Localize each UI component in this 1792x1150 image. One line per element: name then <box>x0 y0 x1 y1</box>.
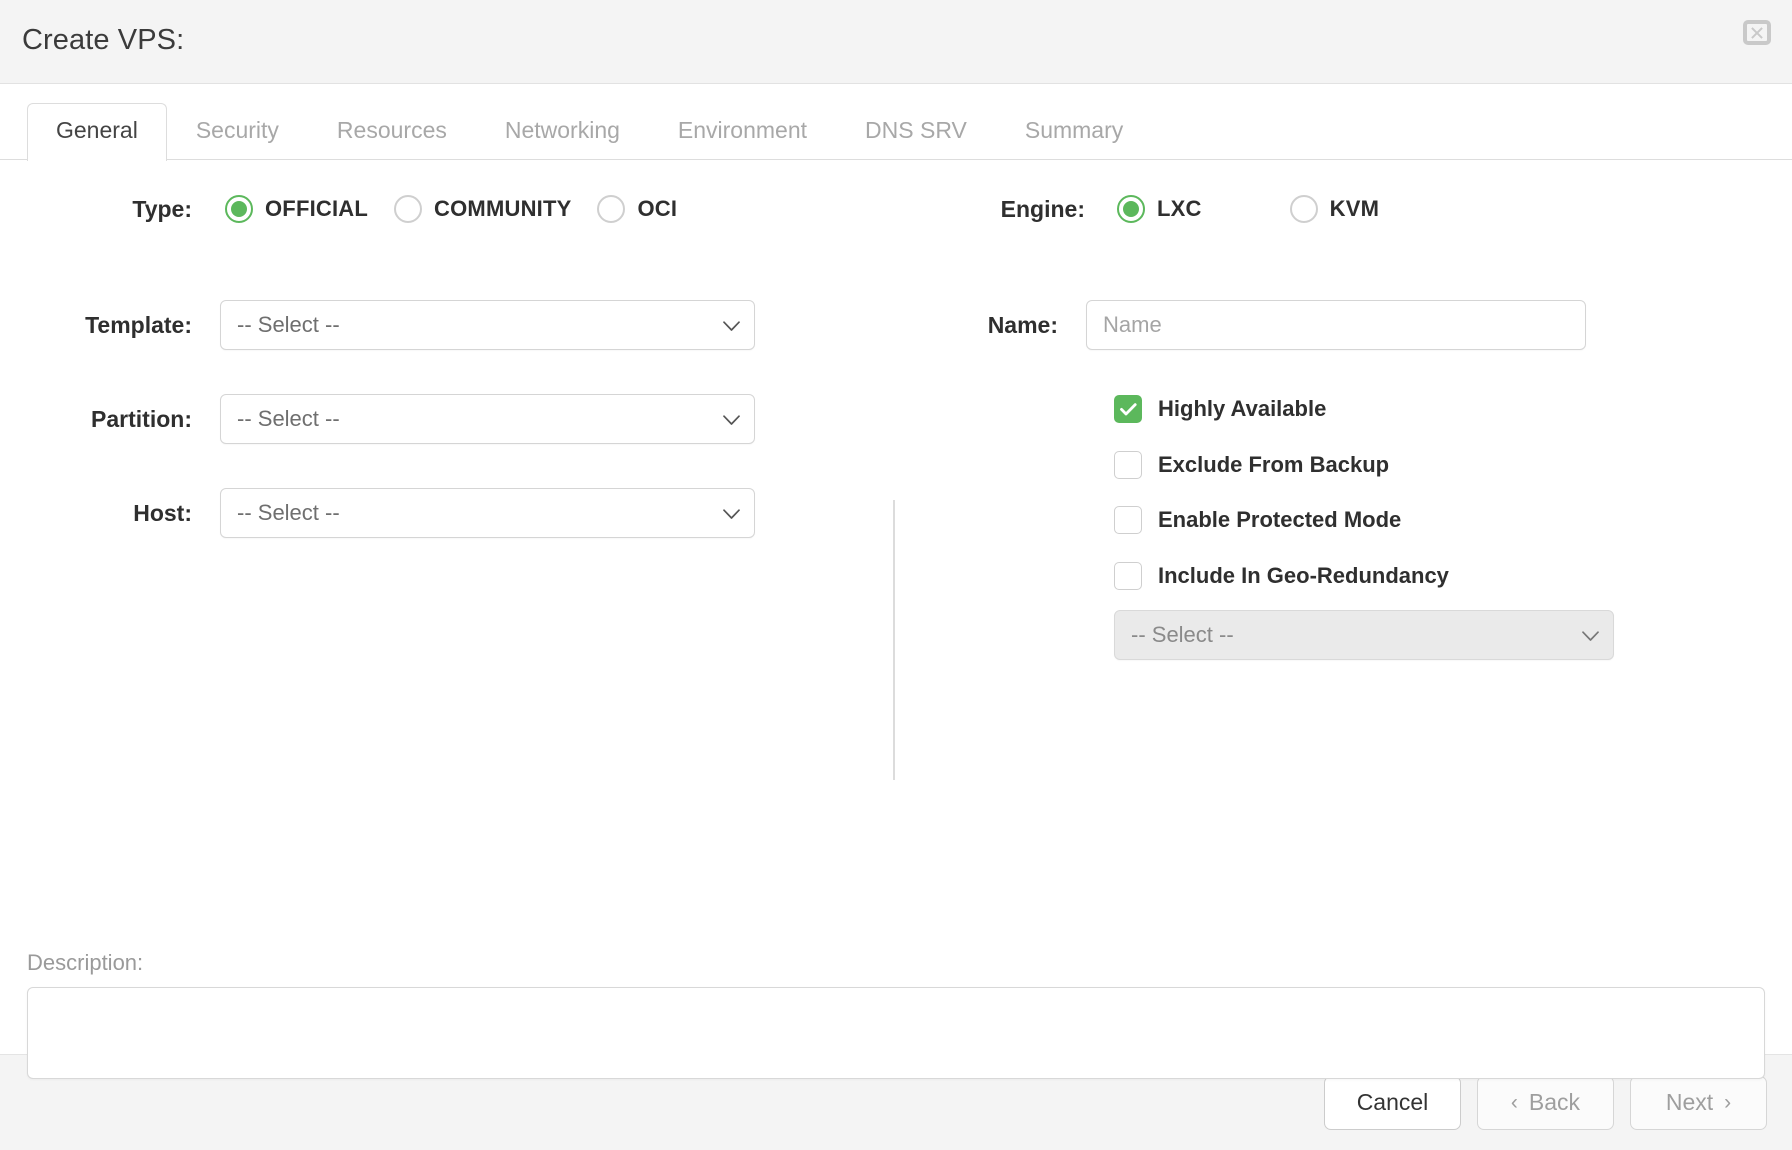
description-section: Description: <box>27 950 1765 1084</box>
name-input[interactable] <box>1086 300 1586 350</box>
dialog-body: Type: OFFICIAL COMMUNITY OCI Engine: LXC… <box>0 160 1792 1079</box>
host-select[interactable]: -- Select -- <box>220 488 755 538</box>
geo-redundancy-row: -- Select -- <box>1114 610 1614 660</box>
dialog-header: Create VPS: <box>0 0 1792 84</box>
radio-icon-community <box>394 195 423 223</box>
tab-general[interactable]: General <box>27 102 167 161</box>
radio-option-official[interactable]: OFFICIAL <box>225 195 368 223</box>
checkbox-icon-exclude-from-backup <box>1114 451 1142 479</box>
geo-redundancy-select-value: -- Select -- <box>1131 622 1234 647</box>
tab-summary[interactable]: Summary <box>996 103 1152 160</box>
tab-dns-srv[interactable]: DNS SRV <box>836 103 996 160</box>
radio-label-oci: OCI <box>637 196 678 221</box>
close-icon <box>1750 26 1764 40</box>
tab-environment[interactable]: Environment <box>649 103 836 160</box>
host-select-value: -- Select -- <box>237 500 340 525</box>
checkbox-label-enable-protected-mode: Enable Protected Mode <box>1158 507 1402 532</box>
radio-option-community[interactable]: COMMUNITY <box>394 195 571 223</box>
checkbox-icon-highly-available <box>1114 395 1142 423</box>
name-label: Name: <box>987 311 1058 338</box>
radio-label-community: COMMUNITY <box>434 196 572 221</box>
chevron-down-icon <box>723 312 740 338</box>
radio-label-official: OFFICIAL <box>265 196 369 221</box>
column-divider <box>893 500 895 780</box>
template-label: Template: <box>85 311 192 338</box>
description-label: Description: <box>27 950 144 975</box>
geo-redundancy-select[interactable]: -- Select -- <box>1114 610 1614 660</box>
chevron-down-icon <box>723 406 740 432</box>
host-row: Host: -- Select -- <box>27 488 787 538</box>
next-button-label: Next <box>1665 1089 1714 1115</box>
checkbox-label-highly-available: Highly Available <box>1158 396 1327 421</box>
type-label: Type: <box>132 195 192 222</box>
radio-option-lxc[interactable]: LXC <box>1117 195 1202 223</box>
page-title: Create VPS: <box>22 24 185 56</box>
back-button-label: Back <box>1528 1089 1581 1115</box>
template-select-value: -- Select -- <box>237 312 340 337</box>
radio-label-kvm: KVM <box>1329 196 1380 221</box>
radio-option-oci[interactable]: OCI <box>597 195 677 223</box>
template-row: Template: -- Select -- <box>27 300 787 350</box>
radio-icon-oci <box>597 195 626 223</box>
form-columns: Type: OFFICIAL COMMUNITY OCI Engine: LXC… <box>0 160 1792 800</box>
checkbox-icon-enable-protected-mode <box>1114 506 1142 534</box>
partition-select-value: -- Select -- <box>237 406 340 431</box>
checkbox-icon-include-in-geo-redundancy <box>1114 562 1142 590</box>
description-textarea[interactable] <box>27 987 1765 1079</box>
radio-label-lxc: LXC <box>1157 196 1202 221</box>
checkbox-highly-available[interactable]: Highly Available <box>1114 395 1326 423</box>
engine-label: Engine: <box>1000 195 1085 222</box>
engine-row: Engine: LXC KVM <box>985 195 1685 223</box>
checkbox-exclude-from-backup[interactable]: Exclude From Backup <box>1114 451 1389 479</box>
chevron-down-icon <box>1582 622 1599 648</box>
tab-resources[interactable]: Resources <box>308 103 476 160</box>
radio-icon-lxc <box>1117 195 1145 223</box>
host-label: Host: <box>133 499 192 526</box>
partition-row: Partition: -- Select -- <box>27 394 787 444</box>
checkbox-label-exclude-from-backup: Exclude From Backup <box>1158 452 1390 477</box>
radio-icon-kvm <box>1289 195 1318 223</box>
checkbox-label-include-in-geo-redundancy: Include In Geo-Redundancy <box>1158 563 1449 588</box>
type-row: Type: OFFICIAL COMMUNITY OCI <box>27 195 787 223</box>
close-button[interactable] <box>1743 20 1771 45</box>
radio-icon-official <box>225 195 253 223</box>
tab-networking[interactable]: Networking <box>476 103 649 160</box>
chevron-right-icon: › <box>1724 1091 1732 1114</box>
wizard-tabs: General Security Resources Networking En… <box>0 84 1792 161</box>
checkbox-enable-protected-mode[interactable]: Enable Protected Mode <box>1114 506 1401 534</box>
chevron-left-icon: ‹ <box>1510 1091 1518 1114</box>
template-select[interactable]: -- Select -- <box>220 300 755 350</box>
checkbox-include-in-geo-redundancy[interactable]: Include In Geo-Redundancy <box>1114 562 1449 590</box>
partition-label: Partition: <box>91 405 192 432</box>
tab-security[interactable]: Security <box>167 103 308 160</box>
radio-option-kvm[interactable]: KVM <box>1289 195 1380 223</box>
partition-select[interactable]: -- Select -- <box>220 394 755 444</box>
name-row: Name: <box>960 300 1610 350</box>
chevron-down-icon <box>723 500 740 526</box>
create-vps-dialog: Create VPS: General Security Resources N… <box>0 0 1792 1150</box>
